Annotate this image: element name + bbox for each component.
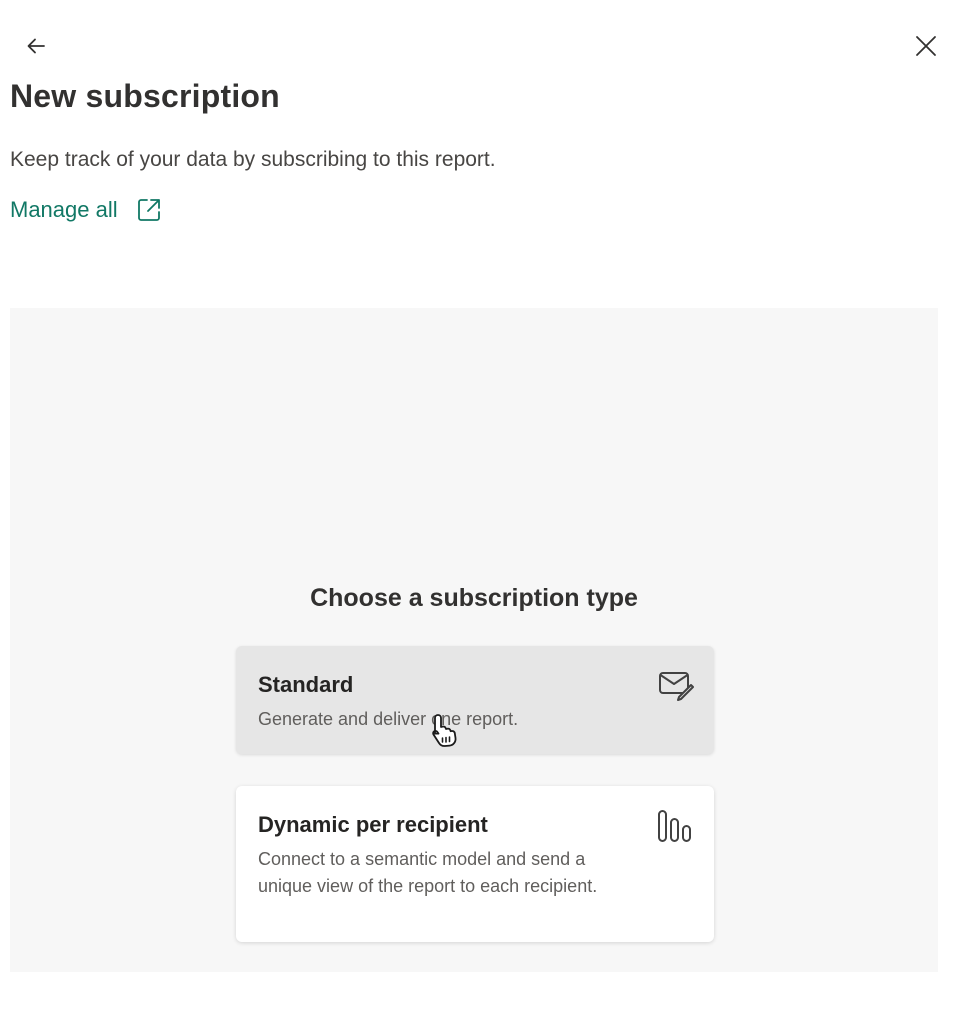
option-description: Generate and deliver one report. (258, 709, 519, 729)
close-button[interactable] (908, 28, 944, 64)
manage-all-link[interactable]: Manage all (10, 197, 162, 223)
open-external-icon (137, 199, 160, 221)
dynamic-option-card[interactable]: Dynamic per recipient Connect to a seman… (236, 786, 714, 942)
mail-edit-icon (658, 668, 694, 707)
page-description: Keep track of your data by subscribing t… (10, 148, 496, 171)
subscription-type-panel: Choose a subscription type Standard Gene… (10, 308, 938, 972)
panel-heading: Choose a subscription type (310, 584, 638, 612)
page-title: New subscription (10, 78, 280, 114)
bar-chart-icon (656, 808, 694, 849)
standard-option-card[interactable]: Standard Generate and deliver one report… (236, 646, 714, 754)
close-icon (916, 36, 936, 56)
option-title: Dynamic per recipient (258, 812, 488, 837)
manage-all-label: Manage all (10, 197, 118, 222)
back-button[interactable] (18, 28, 54, 64)
option-title: Standard (258, 672, 354, 697)
arrow-left-icon (27, 38, 45, 54)
subscription-pane: New subscription Keep track of your data… (0, 0, 977, 1024)
option-description: Connect to a semantic model and send a u… (258, 849, 598, 896)
